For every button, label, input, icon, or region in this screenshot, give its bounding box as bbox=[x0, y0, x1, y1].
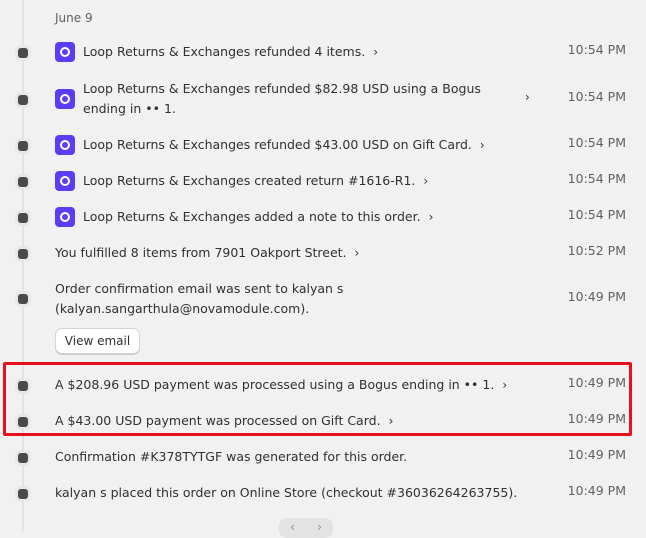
event-time: 10:54 PM bbox=[567, 89, 626, 104]
timeline-event-loop-refund-giftcard[interactable]: Loop Returns & Exchanges refunded $43.00… bbox=[0, 135, 646, 155]
view-email-button[interactable]: View email bbox=[55, 328, 140, 354]
loop-app-icon bbox=[55, 42, 75, 62]
timeline-dot bbox=[18, 48, 28, 58]
event-time: 10:49 PM bbox=[567, 483, 626, 498]
event-time: 10:49 PM bbox=[567, 289, 626, 304]
chevron-right-icon[interactable]: › bbox=[355, 243, 360, 263]
chevron-right-icon[interactable]: › bbox=[429, 207, 434, 227]
timeline-dot bbox=[18, 453, 28, 463]
event-text-line1: Order confirmation email was sent to kal… bbox=[55, 281, 344, 296]
chevron-right-icon[interactable]: › bbox=[373, 42, 378, 62]
timeline-dot bbox=[18, 95, 28, 105]
loop-app-icon bbox=[55, 171, 75, 191]
event-time: 10:54 PM bbox=[567, 135, 626, 150]
timeline-event-confirmation-generated: Confirmation #K378TYTGF was generated fo… bbox=[0, 447, 646, 467]
event-text: Loop Returns & Exchanges refunded 4 item… bbox=[83, 44, 366, 59]
event-text: kalyan s placed this order on Online Sto… bbox=[55, 485, 518, 500]
timeline-event-fulfilled[interactable]: You fulfilled 8 items from 7901 Oakport … bbox=[0, 243, 646, 263]
event-time: 10:54 PM bbox=[567, 42, 626, 57]
event-text: Loop Returns & Exchanges created return … bbox=[83, 173, 416, 188]
loop-app-icon bbox=[55, 89, 75, 109]
timeline-dot bbox=[18, 489, 28, 499]
timeline-dot bbox=[18, 249, 28, 259]
chevron-right-icon[interactable]: › bbox=[525, 90, 530, 104]
pagination: ‹ › bbox=[279, 518, 333, 538]
event-text: Loop Returns & Exchanges refunded $43.00… bbox=[83, 137, 472, 152]
loop-app-icon bbox=[55, 207, 75, 227]
timeline-dot bbox=[18, 141, 28, 151]
event-text-line2: ending in •• 1. bbox=[83, 101, 176, 116]
event-text: You fulfilled 8 items from 7901 Oakport … bbox=[55, 245, 347, 260]
date-header: June 9 bbox=[55, 11, 93, 25]
timeline-dot bbox=[18, 294, 28, 304]
event-time: 10:54 PM bbox=[567, 171, 626, 186]
event-time: 10:54 PM bbox=[567, 207, 626, 222]
event-time: 10:52 PM bbox=[567, 243, 626, 258]
timeline-event-loop-added-note[interactable]: Loop Returns & Exchanges added a note to… bbox=[0, 207, 646, 227]
event-text-line2: (kalyan.sangarthula@novamodule.com). bbox=[55, 301, 310, 316]
timeline-event-loop-refund-items[interactable]: Loop Returns & Exchanges refunded 4 item… bbox=[0, 42, 646, 62]
chevron-right-icon[interactable]: › bbox=[480, 135, 485, 155]
timeline-dot bbox=[18, 177, 28, 187]
timeline-dot bbox=[18, 213, 28, 223]
event-text: Loop Returns & Exchanges added a note to… bbox=[83, 209, 421, 224]
event-text-line1: Loop Returns & Exchanges refunded $82.98… bbox=[83, 81, 481, 96]
loop-app-icon bbox=[55, 135, 75, 155]
event-time: 10:49 PM bbox=[567, 447, 626, 462]
highlight-box bbox=[3, 362, 632, 436]
timeline-event-loop-created-return[interactable]: Loop Returns & Exchanges created return … bbox=[0, 171, 646, 191]
timeline-event-order-placed: kalyan s placed this order on Online Sto… bbox=[0, 483, 646, 503]
timeline-event-loop-refund-bogus[interactable]: Loop Returns & Exchanges refunded $82.98… bbox=[0, 79, 646, 119]
chevron-right-icon[interactable]: › bbox=[423, 171, 428, 191]
timeline-event-confirmation-email: Order confirmation email was sent to kal… bbox=[0, 279, 646, 319]
event-text: Confirmation #K378TYTGF was generated fo… bbox=[55, 449, 408, 464]
